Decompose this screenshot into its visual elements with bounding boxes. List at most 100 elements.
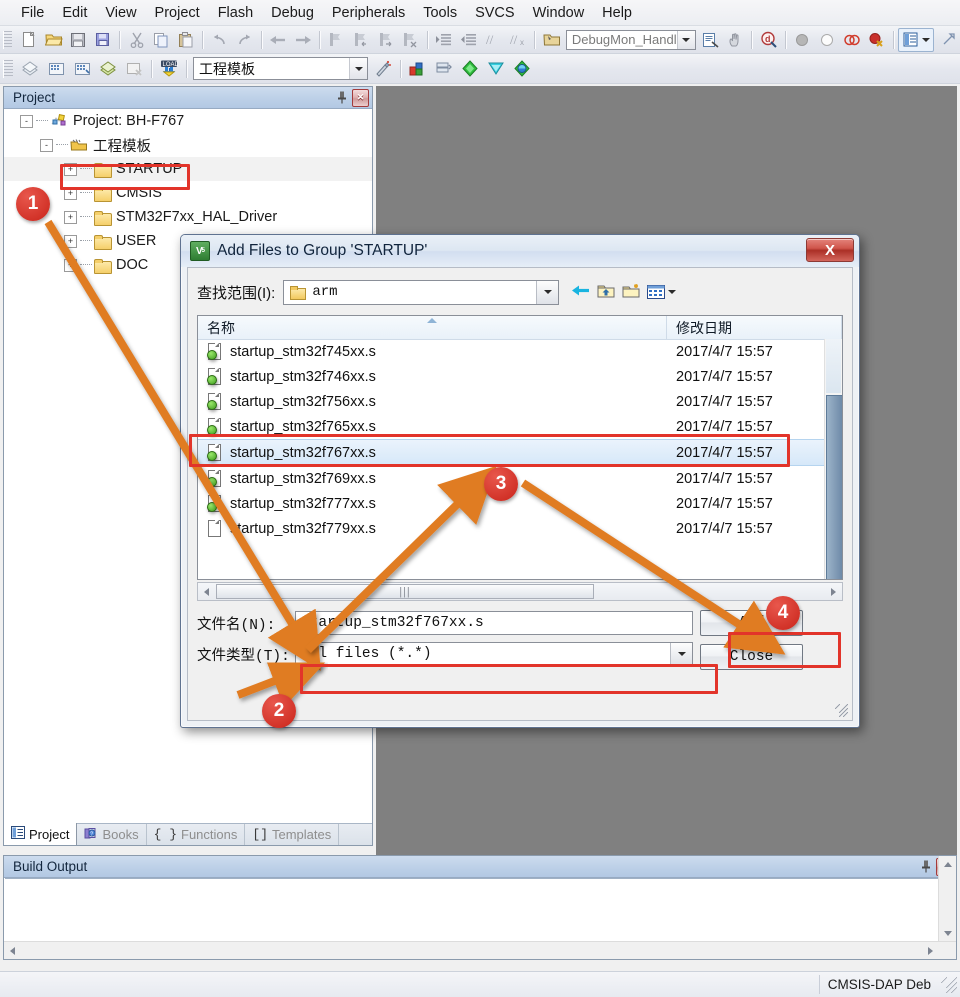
menu-item-debug[interactable]: Debug bbox=[262, 3, 323, 23]
indent-icon[interactable] bbox=[432, 28, 455, 52]
bookmark-clear-icon[interactable] bbox=[399, 28, 422, 52]
back-icon[interactable] bbox=[266, 28, 289, 52]
column-header-date[interactable]: 修改日期 bbox=[667, 316, 842, 339]
tree-toggle[interactable]: - bbox=[20, 114, 33, 128]
scroll-left-arrow-icon[interactable] bbox=[4, 942, 21, 959]
tree-toggle[interactable]: + bbox=[64, 234, 77, 248]
batch-build-icon[interactable] bbox=[96, 57, 120, 81]
forward-icon[interactable] bbox=[291, 28, 314, 52]
menu-item-edit[interactable]: Edit bbox=[53, 3, 96, 23]
run-time-env-icon[interactable] bbox=[484, 57, 508, 81]
save-all-icon[interactable] bbox=[92, 28, 115, 52]
file-list-vscrollbar[interactable] bbox=[824, 339, 842, 579]
tree-node-cmsis[interactable]: + CMSIS bbox=[4, 181, 372, 205]
toolbar-grip[interactable] bbox=[3, 59, 13, 78]
pin-icon[interactable] bbox=[917, 858, 934, 875]
scroll-left-arrow-icon[interactable] bbox=[198, 583, 215, 600]
pin-icon[interactable] bbox=[333, 89, 350, 106]
tree-node-hal-driver[interactable]: + STM32F7xx_HAL_Driver bbox=[4, 205, 372, 229]
function-browse-icon[interactable] bbox=[540, 28, 563, 52]
chevron-down-icon[interactable] bbox=[349, 58, 367, 79]
tab-templates[interactable]: [] Templates bbox=[245, 824, 340, 845]
tree-toggle[interactable]: + bbox=[64, 258, 77, 272]
build-icon[interactable] bbox=[44, 57, 68, 81]
pack-installer-icon[interactable] bbox=[458, 57, 482, 81]
comment-icon[interactable]: // bbox=[482, 28, 505, 52]
tree-toggle[interactable]: + bbox=[64, 210, 77, 224]
file-row[interactable]: startup_stm32f765xx.s 2017/4/7 15:57 bbox=[198, 414, 842, 439]
tab-project[interactable]: Project bbox=[4, 823, 78, 845]
breakpoint-filled-icon[interactable] bbox=[791, 28, 814, 52]
file-row[interactable]: startup_stm32f769xx.s 2017/4/7 15:57 bbox=[198, 466, 842, 491]
toolbar-grip[interactable] bbox=[3, 30, 13, 49]
chevron-down-icon[interactable] bbox=[676, 30, 695, 49]
debug-query-icon[interactable]: d bbox=[757, 28, 780, 52]
outdent-icon[interactable] bbox=[457, 28, 480, 52]
download-icon[interactable]: LOAD bbox=[157, 57, 181, 81]
new-file-icon[interactable] bbox=[17, 28, 40, 52]
file-row-selected[interactable]: startup_stm32f767xx.s 2017/4/7 15:57 bbox=[198, 439, 842, 466]
file-name-input[interactable]: startup_stm32f767xx.s bbox=[295, 611, 693, 635]
build-output-vscrollbar[interactable] bbox=[938, 856, 956, 942]
hscrollbar-thumb[interactable]: ||| bbox=[216, 584, 594, 599]
tree-toggle[interactable]: + bbox=[64, 186, 77, 200]
breakpoint-empty-icon[interactable] bbox=[815, 28, 838, 52]
look-in-combo[interactable]: arm bbox=[283, 279, 560, 305]
target-options-icon[interactable] bbox=[371, 57, 395, 81]
manage-project-items-icon[interactable] bbox=[406, 57, 430, 81]
file-row[interactable]: startup_stm32f746xx.s 2017/4/7 15:57 bbox=[198, 364, 842, 389]
menu-item-tools[interactable]: Tools bbox=[414, 3, 466, 23]
add-button[interactable]: Add bbox=[700, 610, 803, 636]
file-type-combo[interactable]: All files (*.*) bbox=[295, 642, 693, 666]
find-in-files-icon[interactable] bbox=[699, 28, 722, 52]
file-row[interactable]: startup_stm32f779xx.s 2017/4/7 15:57 bbox=[198, 516, 842, 541]
close-button[interactable]: Close bbox=[700, 644, 803, 670]
file-list[interactable]: 名称 修改日期 startup_stm32f745xx.s 2017/4/7 1… bbox=[197, 315, 843, 580]
redo-icon[interactable] bbox=[233, 28, 256, 52]
scroll-right-arrow-icon[interactable] bbox=[825, 583, 842, 600]
bookmark-next-icon[interactable] bbox=[374, 28, 397, 52]
scroll-up-arrow-icon[interactable] bbox=[939, 856, 956, 873]
menu-item-file[interactable]: File bbox=[12, 3, 53, 23]
tree-node-target[interactable]: - 工程模板 bbox=[4, 133, 372, 157]
bookmark-prev-icon[interactable] bbox=[349, 28, 372, 52]
scroll-right-arrow-icon[interactable] bbox=[922, 942, 939, 959]
save-icon[interactable] bbox=[67, 28, 90, 52]
menu-item-project[interactable]: Project bbox=[146, 3, 209, 23]
undo-icon[interactable] bbox=[208, 28, 231, 52]
configure-toolbar-icon[interactable] bbox=[936, 28, 959, 52]
stop-build-icon[interactable] bbox=[122, 57, 146, 81]
resize-grip-icon[interactable] bbox=[941, 976, 957, 993]
menu-item-window[interactable]: Window bbox=[524, 3, 594, 23]
tree-node-project[interactable]: - Project: BH-F767 bbox=[4, 109, 372, 133]
dialog-titlebar[interactable]: V5 Add Files to Group 'STARTUP' X bbox=[181, 235, 859, 267]
breakpoint-disable-icon[interactable] bbox=[840, 28, 863, 52]
scroll-down-arrow-icon[interactable] bbox=[939, 925, 956, 942]
dialog-resize-grip-icon[interactable] bbox=[835, 704, 849, 718]
file-list-hscrollbar[interactable]: ||| bbox=[197, 582, 843, 601]
scrollbar-thumb[interactable] bbox=[826, 395, 842, 579]
translate-icon[interactable] bbox=[18, 57, 42, 81]
chevron-down-icon[interactable] bbox=[670, 643, 692, 665]
menu-item-flash[interactable]: Flash bbox=[209, 3, 262, 23]
tab-functions[interactable]: { } Functions bbox=[147, 824, 246, 845]
paste-icon[interactable] bbox=[175, 28, 198, 52]
menu-item-peripherals[interactable]: Peripherals bbox=[323, 3, 414, 23]
file-row[interactable]: startup_stm32f745xx.s 2017/4/7 15:57 bbox=[198, 339, 842, 364]
multi-project-icon[interactable] bbox=[432, 57, 456, 81]
file-row[interactable]: startup_stm32f777xx.s 2017/4/7 15:57 bbox=[198, 491, 842, 516]
target-combo[interactable]: 工程模板 bbox=[193, 57, 368, 80]
window-layout-icon[interactable] bbox=[898, 27, 935, 52]
close-icon[interactable]: ✕ bbox=[352, 88, 369, 107]
scrollbar-track[interactable] bbox=[826, 339, 841, 393]
views-icon[interactable] bbox=[647, 284, 677, 300]
menu-item-view[interactable]: View bbox=[96, 3, 145, 23]
rebuild-icon[interactable] bbox=[70, 57, 94, 81]
menu-item-svcs[interactable]: SVCS bbox=[466, 3, 524, 23]
dialog-close-button[interactable]: X bbox=[806, 238, 854, 262]
tree-node-startup[interactable]: + STARTUP bbox=[4, 157, 372, 181]
breakpoint-kill-icon[interactable] bbox=[865, 28, 888, 52]
configuration-wizard-icon[interactable] bbox=[510, 57, 534, 81]
tree-toggle[interactable]: - bbox=[40, 138, 53, 152]
tab-books[interactable]: ? Books bbox=[77, 824, 147, 845]
